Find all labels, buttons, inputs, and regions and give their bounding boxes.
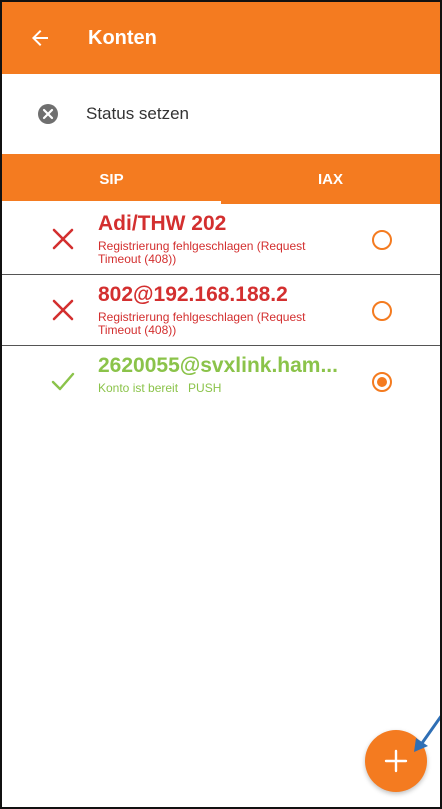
account-row[interactable]: 2620055@svxlink.ham... Konto ist bereit … [2,346,440,416]
account-row[interactable]: Adi/THW 202 Registrierung fehlgeschlagen… [2,204,440,275]
error-cross-icon [52,299,74,321]
account-name: 2620055@svxlink.ham... [98,354,338,377]
radio-unselected-icon[interactable] [371,229,393,251]
account-row[interactable]: 802@192.168.188.2 Registrierung fehlgesc… [2,275,440,346]
account-status: Konto ist bereit PUSH [98,381,222,395]
page-title: Konten [88,26,157,49]
tab-iax-label: IAX [317,170,343,188]
error-cross-icon [52,228,74,250]
account-list: Adi/THW 202 Registrierung fehlgeschlagen… [2,204,440,416]
account-status: Registrierung fehlgeschlagen (Request Ti… [98,310,306,337]
checkmark-icon [51,372,75,391]
radio-unselected-icon[interactable] [371,300,393,322]
set-status-row[interactable]: Status setzen [2,74,440,154]
annotation-arrow-icon [414,715,440,752]
back-arrow-icon[interactable] [20,18,60,58]
app-bar: Konten [2,2,440,74]
account-status: Registrierung fehlgeschlagen (Request Ti… [98,239,306,266]
set-status-label: Status setzen [86,104,190,123]
tab-sip-label: SIP [99,170,124,188]
app-frame: Konten Status setzen SIP IAX Adi/THW 202… [0,0,442,809]
tab-sip[interactable]: SIP [2,154,221,204]
radio-selected-icon[interactable] [371,371,393,393]
account-type-tabs: SIP IAX [2,154,440,204]
clear-status-icon[interactable] [37,103,59,125]
account-name: Adi/THW 202 [98,212,227,235]
account-name: 802@192.168.188.2 [98,283,288,306]
tab-iax[interactable]: IAX [221,154,440,204]
